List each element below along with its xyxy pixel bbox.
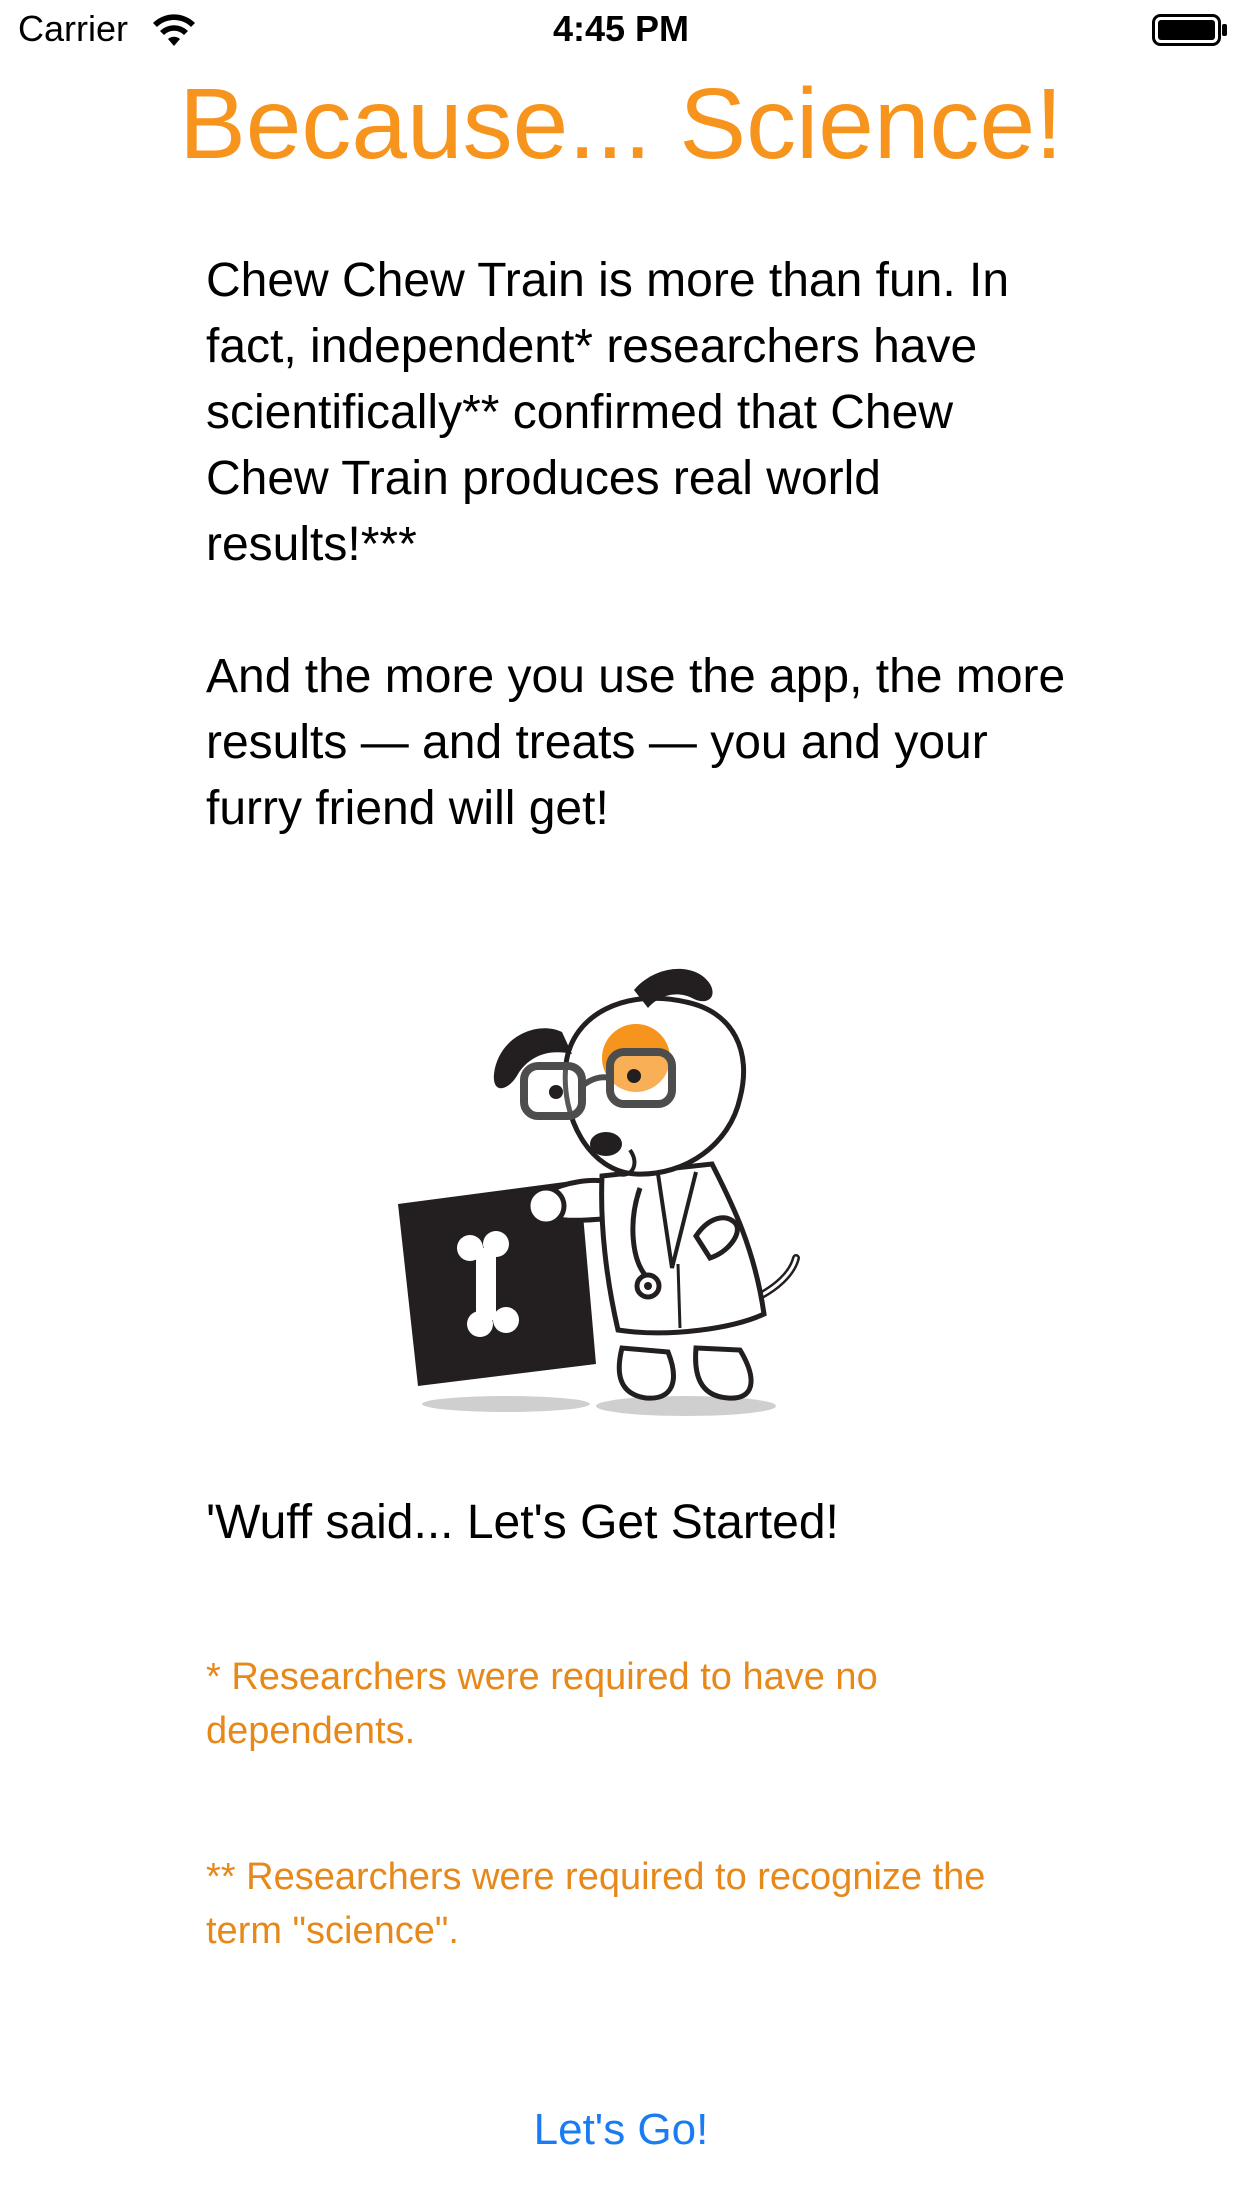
footnote-2: ** Researchers were required to recogniz… xyxy=(206,1856,986,1952)
status-bar: Carrier 4:45 PM xyxy=(0,0,1242,62)
page-title: Because... Science! xyxy=(179,68,1063,180)
tagline: 'Wuff said... Let's Get Started! xyxy=(206,1496,839,1549)
scientist-dog-illustration xyxy=(398,968,800,1416)
status-time: 4:45 PM xyxy=(552,8,690,49)
results-paragraph: And the more you use the app, the more r… xyxy=(206,650,1066,835)
footnote-1: * Researchers were required to have no d… xyxy=(206,1656,878,1752)
intro-paragraph: Chew Chew Train is more than fun. In fac… xyxy=(206,254,1010,571)
battery-icon xyxy=(1152,14,1227,46)
lets-go-button[interactable]: Let's Go! xyxy=(421,2090,821,2170)
